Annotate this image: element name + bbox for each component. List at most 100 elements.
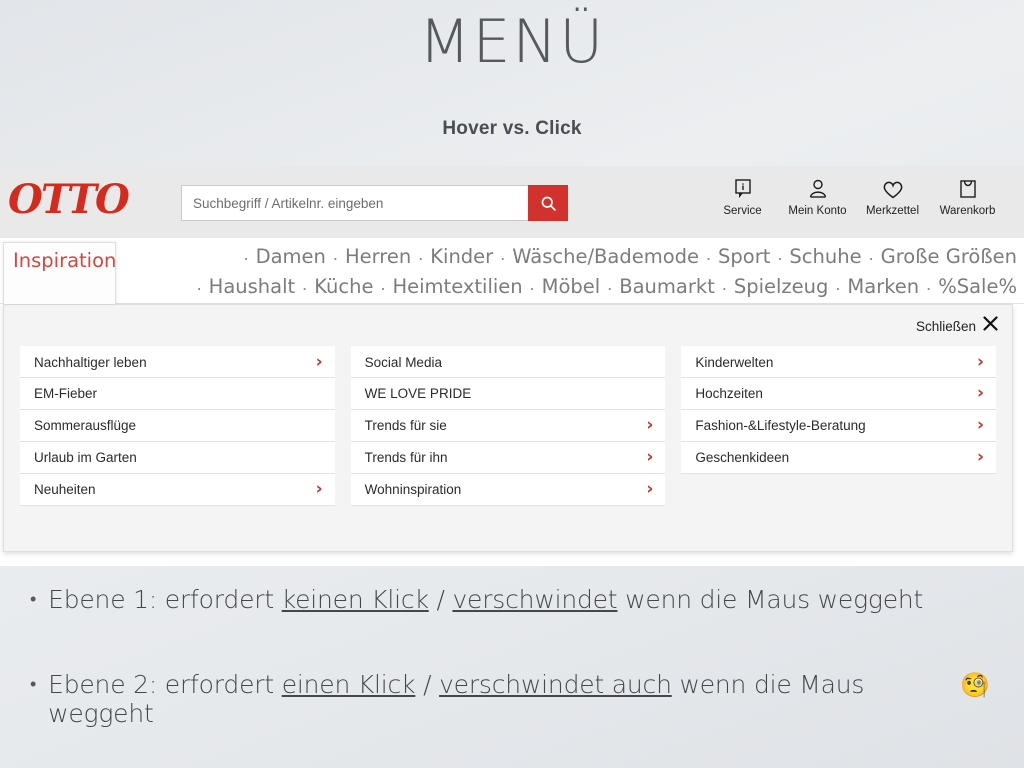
nav-separator: . (243, 244, 249, 264)
header-item-label: Merkzettel (865, 205, 920, 217)
mega-menu-item-label: WE LOVE PRIDE (364, 386, 472, 401)
nav-item[interactable]: Herren (344, 245, 412, 268)
bullet-list: • Ebene 1: erfordert keinen Klick / versc… (30, 585, 990, 728)
mega-menu-item-label: Nachhaltiger leben (34, 354, 147, 370)
nav-item[interactable]: Baumarkt (618, 275, 716, 298)
page-title: MENÜ (418, 7, 606, 77)
header-item-service[interactable]: Service (705, 176, 780, 217)
nav-item[interactable]: Spielzeug (733, 275, 830, 298)
chevron-right-icon: › (977, 415, 985, 435)
bullet-marker: • (30, 589, 37, 610)
search-input[interactable] (181, 185, 528, 221)
header-item-label: Mein Konto (788, 205, 847, 217)
search-bar (181, 185, 568, 221)
mega-menu-close-button[interactable]: Schließen (916, 316, 998, 336)
nav-separator: . (500, 244, 506, 264)
nav-item[interactable]: Marken (846, 275, 920, 298)
chevron-right-icon: › (646, 415, 654, 435)
nav-separator: . (332, 244, 338, 264)
mega-menu-panel: Schließen Nachhaltiger leben›EM-Fieber›S… (3, 304, 1013, 552)
bullet-text-part: / (415, 670, 440, 699)
bullet-marker: • (30, 674, 37, 695)
bullet-item: • Ebene 2: erfordert einen Klick / versch… (30, 670, 990, 728)
nav-separator: . (380, 274, 386, 294)
page-subtitle: Hover vs. Click (442, 118, 582, 139)
chevron-right-icon: › (977, 383, 985, 403)
mega-menu-item-label: Kinderwelten (695, 354, 774, 370)
mega-menu-item[interactable]: WE LOVE PRIDE› (350, 378, 666, 410)
mega-menu-item[interactable]: Nachhaltiger leben › (20, 346, 335, 378)
bullet-text-underlined: einen Klick (281, 670, 416, 699)
nav-row-secondary: . Haushalt. Küche. Heimtextilien. Möbel. Baum… (118, 271, 1018, 301)
mega-menu-item[interactable]: EM-Fieber› (20, 378, 335, 410)
header-item-label: Service (723, 205, 762, 217)
bullet-text: Ebene 1: erfordert keinen Klick / versch… (48, 585, 923, 614)
nav-separator: . (607, 274, 613, 294)
nav-separator: . (418, 244, 424, 264)
nav-tab-inspiration-label: Inspiration (13, 249, 117, 272)
main-navigation: Inspiration . Damen. Herren. Kinder. Wäsche/… (0, 238, 1024, 304)
mega-menu-item[interactable]: Wohninspiration › (350, 474, 666, 506)
mega-menu-item[interactable]: Trends für ihn › (350, 442, 666, 474)
nav-item[interactable]: Damen (255, 245, 327, 268)
mega-menu-columns: Nachhaltiger leben›EM-Fieber›Sommerausfl… (20, 346, 997, 506)
header-item-merkzettel[interactable]: Merkzettel (855, 176, 930, 217)
nav-tab-inspiration[interactable]: Inspiration (3, 242, 116, 304)
nav-item[interactable]: Schuhe (788, 245, 862, 268)
mega-menu-item[interactable]: Social Media› (350, 346, 666, 378)
mega-menu-item-label: Social Media (364, 354, 442, 370)
mega-menu-item[interactable]: Trends für sie › (350, 410, 666, 442)
nav-separator: . (777, 244, 783, 264)
header-item-label: Warenkorb (939, 205, 996, 217)
chevron-right-icon: › (315, 351, 323, 372)
nav-item[interactable]: Möbel (541, 275, 602, 298)
mega-menu-item-label: Sommerausflüge (34, 418, 137, 433)
otto-logo[interactable]: OTTO (8, 180, 130, 220)
mega-menu-item[interactable]: Geschenkideen › (681, 442, 997, 474)
chevron-right-icon: › (646, 479, 654, 499)
mega-menu-item[interactable]: Fashion-&Lifestyle-Beratung › (681, 410, 997, 442)
bullet-text-part: wenn die Maus weggeht (617, 585, 924, 614)
nav-item[interactable]: Sport (717, 245, 771, 268)
nav-separator: . (868, 244, 874, 264)
chevron-right-icon: › (315, 479, 323, 499)
mega-menu-item[interactable]: Sommerausflüge› (20, 410, 335, 442)
mega-menu-item[interactable]: Neuheiten › (20, 474, 335, 506)
nav-item[interactable]: %Sale% (937, 275, 1018, 298)
nav-separator: . (926, 274, 932, 294)
mega-menu-item-label: EM-Fieber (34, 386, 98, 401)
nav-item[interactable]: Kinder (429, 245, 494, 268)
nav-item[interactable]: Wäsche/Bademode (511, 245, 700, 268)
nav-item[interactable]: Heimtextilien (391, 275, 523, 298)
header-item-mein-konto[interactable]: Mein Konto (780, 176, 855, 217)
heart-icon (855, 176, 930, 202)
nav-item[interactable]: Große Größen (880, 245, 1018, 268)
bullet-text-part: Ebene 2: erfordert (48, 670, 282, 699)
mega-menu-item[interactable]: Urlaub im Garten› (20, 442, 335, 474)
bullet-text-part: Ebene 1: erfordert (48, 585, 282, 614)
bullet-text-underlined: keinen Klick (281, 585, 429, 614)
mega-menu-item[interactable]: Kinderwelten › (681, 346, 997, 378)
slide: MENÜ Hover vs. Click OTTO Suchbegriff / … (0, 0, 1024, 768)
mega-menu-item-label: Wohninspiration (364, 482, 462, 497)
site-header: OTTO Suchbegriff / Artikelnr. eingeben S… (0, 166, 1024, 238)
header-icon-group: Service Mein Konto Merkzettel Warenkorb (705, 176, 1005, 217)
nav-separator: . (721, 274, 727, 294)
bullet-item: • Ebene 1: erfordert keinen Klick / versc… (30, 585, 990, 614)
nav-separator: . (835, 274, 841, 294)
nav-item[interactable]: Haushalt (208, 275, 297, 298)
mega-menu-item-label: Trends für ihn (364, 450, 448, 465)
search-button[interactable] (528, 185, 568, 221)
nav-separator: . (706, 244, 712, 264)
nav-item[interactable]: Küche (313, 275, 374, 298)
mega-menu-column: Nachhaltiger leben›EM-Fieber›Sommerausfl… (20, 346, 335, 506)
mega-menu-item-label: Geschenkideen (695, 450, 790, 465)
bullet-text-part: / (428, 585, 453, 614)
chevron-right-icon: › (646, 447, 654, 467)
mega-menu-item[interactable]: Hochzeiten › (681, 378, 997, 410)
bullet-text-underlined: verschwindet (452, 585, 618, 614)
mega-menu-column: Kinderwelten › Hochzeiten › Fashion-&Lifesty… (681, 346, 997, 506)
close-x-icon (983, 316, 998, 336)
nav-separator: . (196, 274, 202, 294)
header-item-warenkorb[interactable]: Warenkorb (930, 176, 1005, 217)
